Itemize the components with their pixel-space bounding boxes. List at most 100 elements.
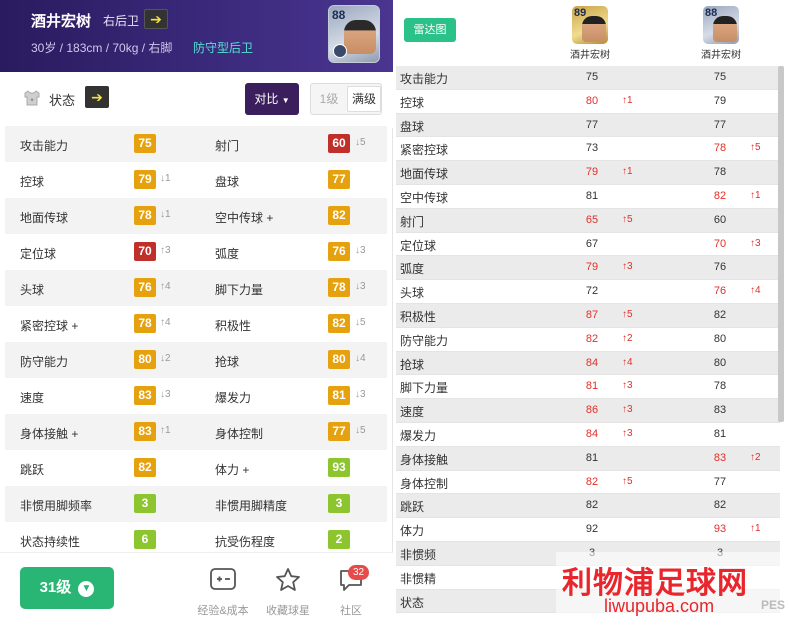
collect-player-label: 收藏球星: [266, 605, 310, 617]
site-watermark: 利物浦足球网 liwupuba.com PES: [556, 552, 790, 627]
compare-row: 脚下力量 81 ↑3 78: [396, 375, 780, 400]
stat-value: 77: [328, 422, 350, 441]
stat-label: 积极性: [215, 319, 252, 333]
player-header: 酒井宏树 右后卫 ➔ 30岁 / 183cm / 70kg / 右脚 防守型后卫…: [0, 0, 393, 72]
compare-delta-a: ↑5: [622, 308, 633, 320]
stat-label: 抗受伤程度: [215, 535, 276, 549]
compare-label: 积极性: [400, 309, 437, 324]
compare-value-a: 82: [585, 475, 599, 488]
compare-delta-a: ↑3: [622, 261, 633, 273]
stat-value: 76: [328, 242, 350, 261]
compare-delta-a: ↑1: [622, 166, 633, 178]
status-label: 状态: [49, 93, 76, 108]
stat-row: 速度 83 ↓3 爆发力 81 ↓3: [5, 378, 387, 414]
player-b-rating: 88: [705, 7, 718, 19]
stat-cell: 抢球 80 ↓4: [200, 342, 387, 378]
compare-label: 体力: [400, 524, 425, 539]
compare-value-b: 93: [713, 523, 727, 536]
player-a-photo: 89: [572, 6, 608, 44]
level-button[interactable]: 31级 ▼: [20, 567, 114, 609]
compare-delta-b: ↑2: [750, 451, 761, 463]
stat-row: 控球 79 ↓1 盘球 77: [5, 162, 387, 198]
compare-label: 跳跃: [400, 500, 425, 515]
stat-value: 70: [134, 242, 156, 261]
collect-player-button[interactable]: 收藏球星: [253, 567, 323, 618]
compare-value-a: 82: [585, 332, 599, 345]
compare-delta-b: ↑1: [750, 189, 761, 201]
player-rating: 88: [332, 8, 346, 22]
compare-row: 身体控制 82 ↑5 77: [396, 471, 780, 495]
player-name: 酒井宏树: [31, 13, 92, 30]
compare-value-a: 80: [585, 94, 599, 107]
stat-value: 80: [328, 350, 350, 369]
status-shirt-icon: ✦: [24, 90, 40, 106]
compare-value-b: 70: [713, 237, 727, 250]
stat-cell: 体力 + 93: [200, 450, 387, 486]
compare-row: 盘球 77 77: [396, 113, 780, 138]
compare-value-b: 82: [713, 308, 727, 321]
player-role: 防守型后卫: [193, 41, 254, 55]
compare-value-b: 78: [713, 142, 727, 155]
player-b-face: [713, 16, 737, 42]
stat-cell: 空中传球 + 82: [200, 198, 387, 234]
compare-value-a: 79: [585, 261, 599, 274]
club-badge-icon: [333, 44, 347, 58]
compare-row: 空中传球 81 82 ↑1: [396, 185, 780, 209]
chevron-down-icon: ▼: [78, 581, 95, 597]
compare-label: 定位球: [400, 238, 437, 253]
compare-panel: 雷达图 89 酒井宏树 88 酒井宏树 攻击能力 75 75 控球 80 ↑1 …: [396, 0, 790, 627]
stat-delta: ↓5: [355, 137, 366, 148]
compare-row: 弧度 79 ↑3 76: [396, 256, 780, 281]
stat-label: 弧度: [215, 247, 240, 261]
compare-value-a: 81: [585, 451, 599, 464]
compare-header: 雷达图 89 酒井宏树 88 酒井宏树: [396, 0, 790, 68]
stat-cell: 射门 60 ↓5: [200, 126, 387, 162]
compare-label: 攻击能力: [400, 72, 449, 86]
player-position: 右后卫: [103, 14, 140, 28]
compare-player-b[interactable]: 88 酒井宏树: [692, 6, 750, 61]
stat-cell: 速度 83 ↓3: [5, 378, 200, 414]
compare-row: 爆发力 84 ↑3 81: [396, 423, 780, 447]
stat-value: 77: [328, 170, 350, 189]
stat-cell: 地面传球 78 ↓1: [5, 198, 200, 234]
radar-chart-button[interactable]: 雷达图: [404, 18, 456, 42]
compare-value-b: 77: [713, 475, 727, 488]
scrollbar[interactable]: [778, 66, 784, 422]
compare-label: 抢球: [400, 357, 425, 372]
compare-value-b: 78: [713, 380, 727, 393]
player-card[interactable]: 88: [328, 5, 380, 63]
arrow-right-icon[interactable]: ➔: [85, 86, 109, 108]
compare-player-a[interactable]: 89 酒井宏树: [561, 6, 619, 61]
compare-row: 攻击能力 75 75: [396, 66, 780, 90]
compare-dropdown[interactable]: 对比 ▼: [245, 83, 299, 115]
stat-row: 攻击能力 75 射门 60 ↓5: [5, 126, 387, 162]
stat-cell: 身体接触 + 83 ↑1: [5, 414, 200, 450]
compare-value-a: 72: [585, 285, 599, 298]
compare-value-a: 65: [585, 213, 599, 226]
community-label: 社区: [340, 605, 362, 617]
compare-row: 身体接触 81 83 ↑2: [396, 446, 780, 471]
stat-cell: 非惯用脚精度 3: [200, 486, 387, 522]
compare-label: 爆发力: [400, 428, 437, 443]
notification-badge: 32: [348, 565, 370, 580]
stat-label: 身体接触 +: [20, 427, 79, 441]
stat-row: 非惯用脚频率 3 非惯用脚精度 3: [5, 486, 387, 522]
stat-delta: ↑4: [160, 317, 171, 328]
compare-delta-a: ↑1: [622, 94, 633, 106]
stat-delta: ↓1: [160, 173, 171, 184]
stat-row: 防守能力 80 ↓2 抢球 80 ↓4: [5, 342, 387, 378]
level-1-option[interactable]: 1级: [311, 84, 347, 114]
arrow-right-icon[interactable]: ➔: [144, 9, 168, 29]
compare-value-b: 82: [713, 189, 727, 202]
stat-value: 83: [134, 422, 156, 441]
level-max-option[interactable]: 满级: [347, 86, 381, 112]
stat-row: 定位球 70 ↑3 弧度 76 ↓3: [5, 234, 387, 270]
stat-cell: 紧密控球 + 78 ↑4: [5, 306, 200, 342]
compare-value-b: 75: [713, 71, 727, 83]
compare-value-a: 75: [585, 71, 599, 83]
compare-label: 防守能力: [400, 333, 449, 348]
stat-label: 非惯用脚频率: [20, 499, 93, 513]
compare-table: 攻击能力 75 75 控球 80 ↑1 79 盘球 77 77 紧密控球 73 …: [396, 66, 780, 614]
compare-delta-b: ↑3: [750, 237, 761, 249]
exp-cost-button[interactable]: 经验&成本: [188, 567, 258, 618]
